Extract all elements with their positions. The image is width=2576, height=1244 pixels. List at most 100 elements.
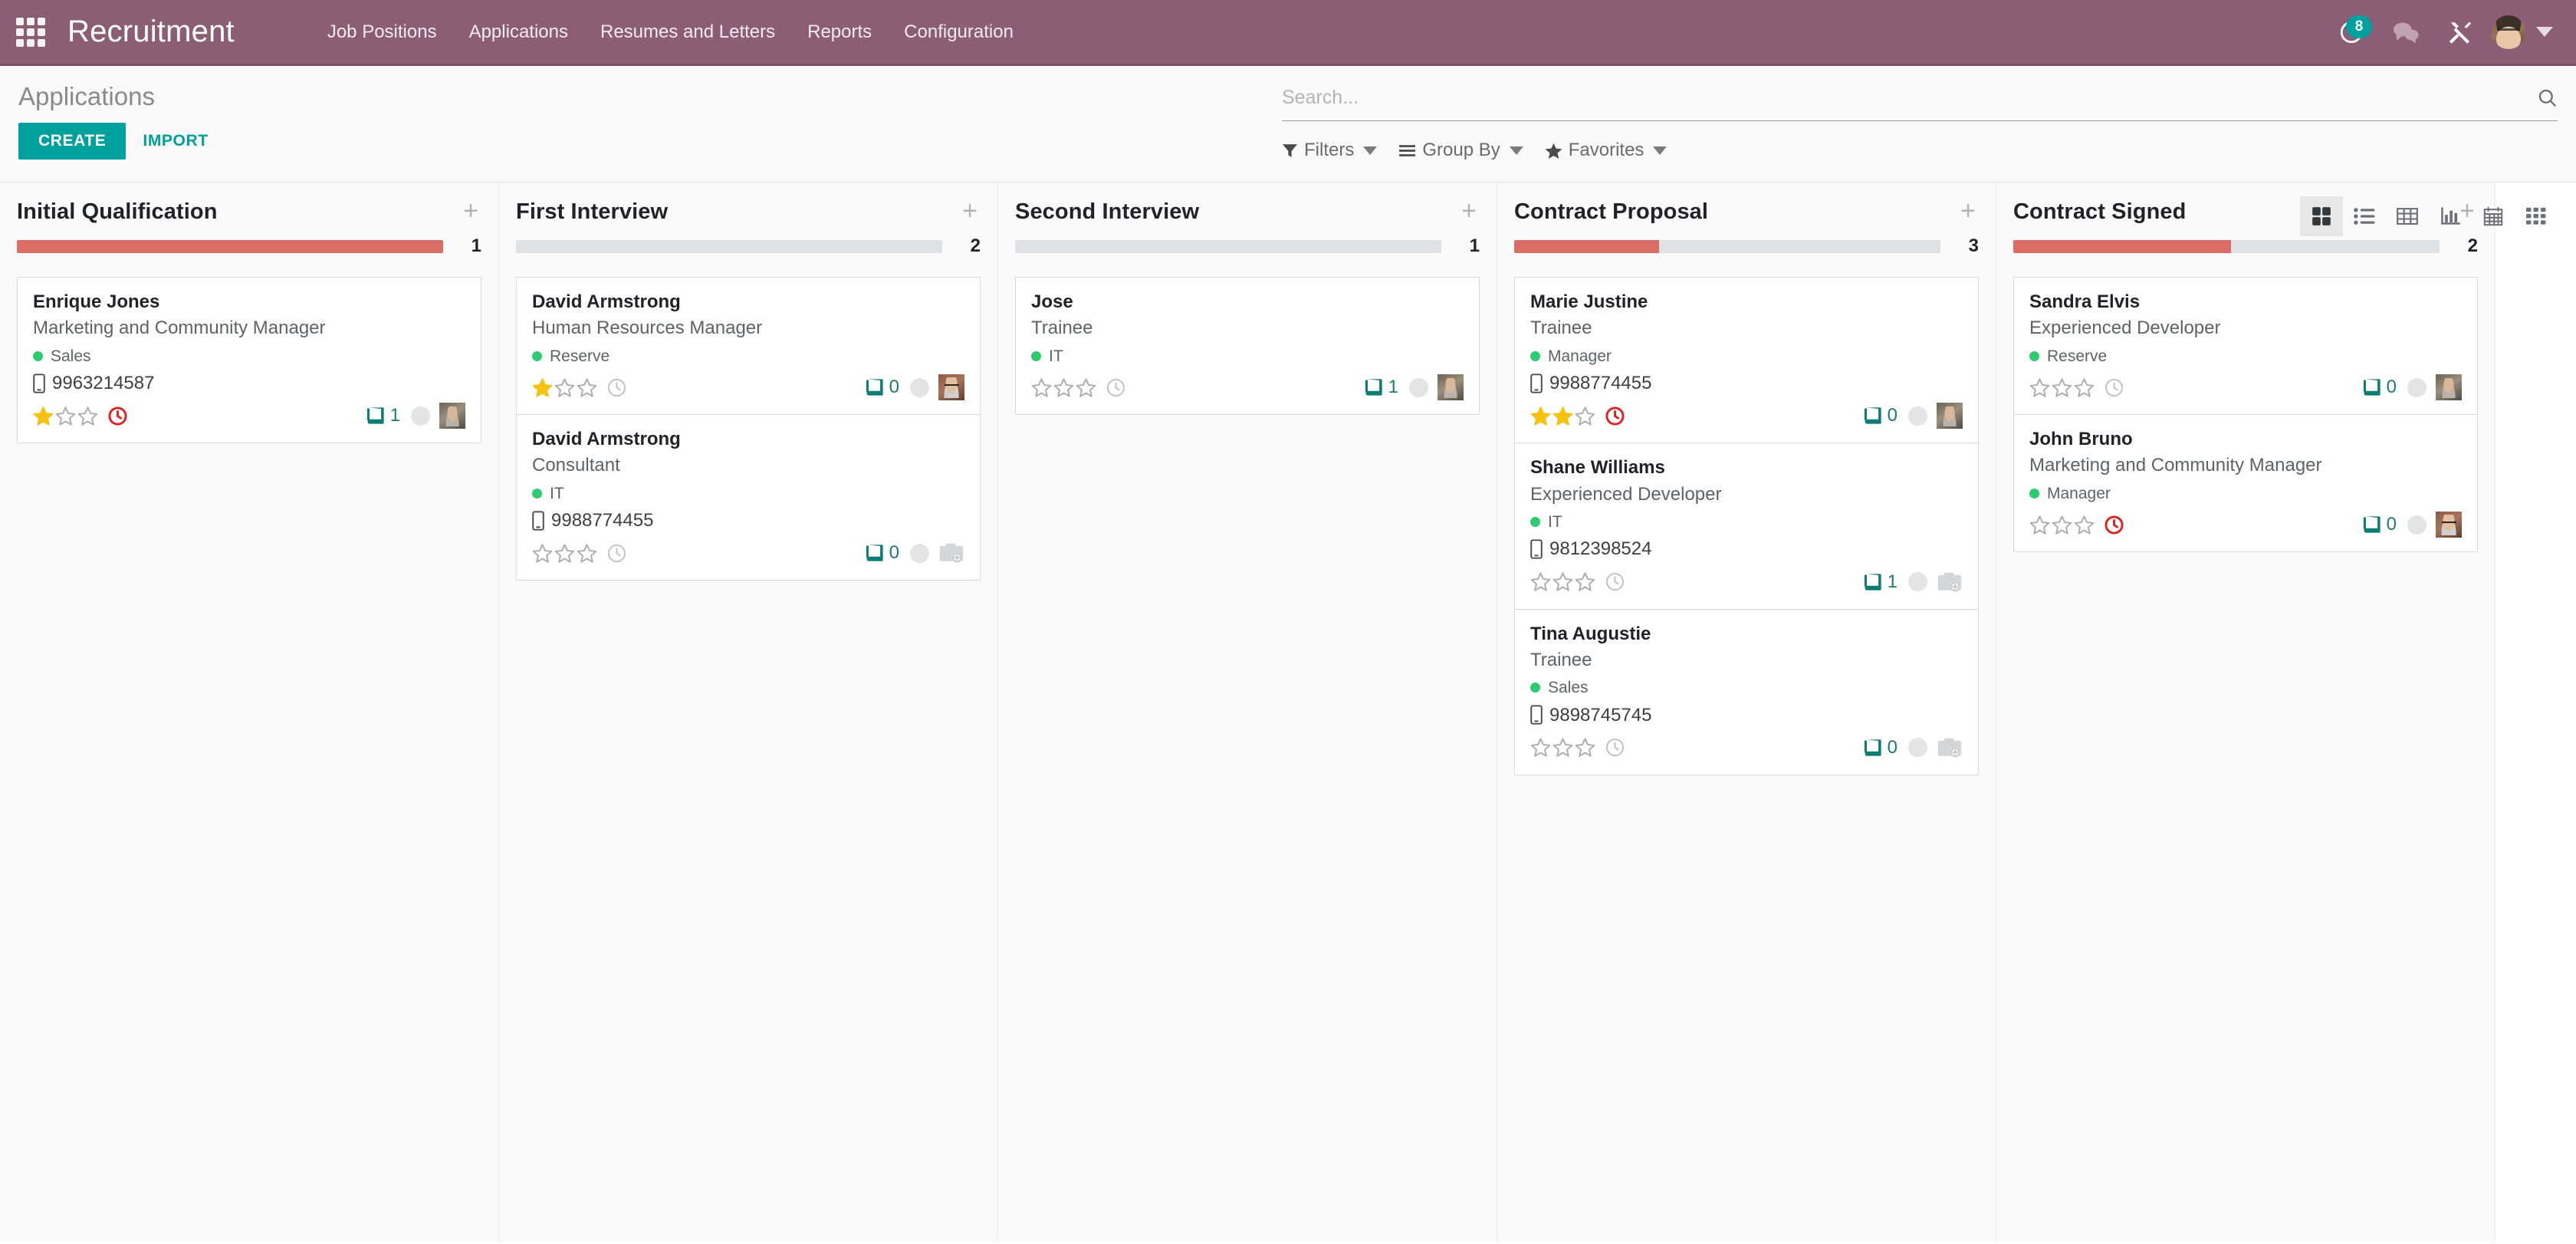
- avatar-placeholder-camera-icon[interactable]: [1937, 571, 1963, 594]
- kanban-column-progress-bar[interactable]: [1015, 239, 1441, 253]
- user-avatar[interactable]: [2492, 15, 2525, 49]
- nav-item-reports[interactable]: Reports: [791, 14, 888, 51]
- star-empty-icon[interactable]: [1031, 377, 1052, 398]
- star-empty-icon[interactable]: [2029, 515, 2050, 535]
- card-priority-stars[interactable]: [1031, 377, 1096, 398]
- star-empty-icon[interactable]: [554, 543, 575, 564]
- clock-overdue-icon[interactable]: [2104, 515, 2124, 535]
- kanban-card[interactable]: Tina Augustie Trainee Sales 9898745745 0: [1515, 609, 1978, 775]
- group-by-dropdown[interactable]: Group By: [1398, 137, 1533, 164]
- assignee-avatar[interactable]: [439, 403, 465, 429]
- card-kanban-state-dot[interactable]: [910, 543, 929, 563]
- star-empty-icon[interactable]: [577, 543, 597, 564]
- star-filled-icon[interactable]: [1552, 406, 1573, 426]
- nav-item-applications[interactable]: Applications: [453, 14, 584, 51]
- apps-grid-icon[interactable]: [14, 15, 48, 49]
- kanban-card[interactable]: Enrique Jones Marketing and Community Ma…: [18, 278, 481, 443]
- avatar-placeholder-camera-icon[interactable]: [1937, 736, 1963, 759]
- app-brand-title[interactable]: Recruitment: [67, 15, 235, 49]
- card-kanban-state-dot[interactable]: [1908, 738, 1927, 758]
- add-card-plus-icon[interactable]: +: [1458, 198, 1480, 224]
- kanban-column-title[interactable]: Second Interview: [1015, 199, 1199, 225]
- star-empty-icon[interactable]: [1530, 737, 1551, 758]
- assignee-avatar[interactable]: [1438, 374, 1464, 401]
- log-note-icon[interactable]: [865, 543, 885, 563]
- kanban-column-progress-bar[interactable]: [2013, 239, 2440, 253]
- log-note-icon[interactable]: [865, 377, 885, 397]
- card-priority-stars[interactable]: [1530, 406, 1595, 426]
- star-empty-icon[interactable]: [2074, 515, 2095, 535]
- card-priority-stars[interactable]: [532, 543, 597, 564]
- card-kanban-state-dot[interactable]: [910, 377, 929, 397]
- card-kanban-state-dot[interactable]: [2407, 515, 2426, 535]
- kanban-column-title[interactable]: Contract Proposal: [1514, 199, 1708, 225]
- assignee-avatar[interactable]: [2436, 374, 2462, 401]
- star-empty-icon[interactable]: [2029, 377, 2050, 398]
- star-empty-icon[interactable]: [2052, 377, 2072, 398]
- chat-bubbles-icon[interactable]: [2378, 11, 2433, 54]
- kanban-column-progress-bar[interactable]: [1514, 239, 1940, 253]
- kanban-card[interactable]: David Armstrong Human Resources Manager …: [517, 278, 980, 416]
- clock-icon[interactable]: [606, 543, 627, 564]
- log-note-icon[interactable]: [366, 406, 386, 426]
- card-phone[interactable]: 9988774455: [532, 508, 964, 532]
- kanban-card[interactable]: Marie Justine Trainee Manager 9988774455: [1515, 278, 1978, 444]
- star-empty-icon[interactable]: [1053, 377, 1074, 398]
- kanban-column-progress-bar[interactable]: [516, 239, 942, 253]
- kanban-card[interactable]: Sandra Elvis Experienced Developer Reser…: [2014, 278, 2477, 416]
- log-note-icon[interactable]: [1364, 377, 1384, 397]
- star-empty-icon[interactable]: [1575, 737, 1595, 758]
- clock-icon[interactable]: [1106, 377, 1126, 398]
- calendar-view-button[interactable]: [2472, 196, 2515, 236]
- star-empty-icon[interactable]: [554, 377, 575, 398]
- card-phone[interactable]: 9988774455: [1530, 371, 1963, 395]
- assignee-avatar[interactable]: [1937, 403, 1963, 429]
- card-kanban-state-dot[interactable]: [1908, 406, 1927, 426]
- kanban-column-title[interactable]: First Interview: [516, 199, 668, 225]
- star-empty-icon[interactable]: [532, 543, 553, 564]
- star-empty-icon[interactable]: [55, 406, 76, 426]
- pivot-view-button[interactable]: [2386, 196, 2429, 236]
- star-empty-icon[interactable]: [1575, 571, 1595, 592]
- nav-item-job-positions[interactable]: Job Positions: [311, 14, 453, 51]
- star-filled-icon[interactable]: [1530, 406, 1551, 426]
- card-phone[interactable]: 9963214587: [33, 371, 465, 395]
- clock-overdue-icon[interactable]: [107, 406, 128, 426]
- card-phone[interactable]: 9898745745: [1530, 703, 1963, 727]
- card-kanban-state-dot[interactable]: [2407, 377, 2426, 397]
- star-empty-icon[interactable]: [1076, 377, 1096, 398]
- star-filled-icon[interactable]: [33, 406, 54, 426]
- star-filled-icon[interactable]: [532, 377, 553, 398]
- star-empty-icon[interactable]: [1575, 406, 1595, 426]
- card-priority-stars[interactable]: [532, 377, 597, 398]
- clock-icon[interactable]: [1605, 571, 1625, 592]
- kanban-card[interactable]: David Armstrong Consultant IT 9988774455: [517, 415, 980, 581]
- star-empty-icon[interactable]: [2052, 515, 2072, 535]
- card-phone[interactable]: 9812398524: [1530, 537, 1963, 561]
- star-empty-icon[interactable]: [2074, 377, 2095, 398]
- card-kanban-state-dot[interactable]: [1409, 377, 1428, 397]
- assignee-avatar[interactable]: [2436, 512, 2462, 538]
- log-note-icon[interactable]: [1863, 738, 1883, 758]
- avatar-placeholder-camera-icon[interactable]: [938, 541, 964, 564]
- activity-clock-icon[interactable]: 8: [2325, 11, 2378, 54]
- create-button[interactable]: CREATE: [18, 122, 127, 160]
- wrench-screwdriver-icon[interactable]: [2433, 11, 2487, 54]
- clock-icon[interactable]: [606, 377, 627, 398]
- kanban-column-title[interactable]: Contract Signed: [2013, 199, 2186, 225]
- add-card-plus-icon[interactable]: +: [1957, 198, 1979, 224]
- star-empty-icon[interactable]: [577, 377, 597, 398]
- card-priority-stars[interactable]: [2029, 515, 2095, 535]
- favorites-dropdown[interactable]: Favorites: [1545, 137, 1678, 164]
- add-card-plus-icon[interactable]: +: [959, 198, 981, 224]
- card-priority-stars[interactable]: [33, 406, 98, 426]
- star-empty-icon[interactable]: [1530, 571, 1551, 592]
- list-view-button[interactable]: [2343, 196, 2386, 236]
- star-empty-icon[interactable]: [1552, 571, 1573, 592]
- card-priority-stars[interactable]: [1530, 737, 1595, 758]
- search-icon[interactable]: [2537, 87, 2558, 108]
- card-kanban-state-dot[interactable]: [411, 406, 430, 426]
- kanban-card[interactable]: Shane Williams Experienced Developer IT …: [1515, 443, 1978, 610]
- clock-icon[interactable]: [2104, 377, 2124, 398]
- graph-view-button[interactable]: [2429, 196, 2472, 236]
